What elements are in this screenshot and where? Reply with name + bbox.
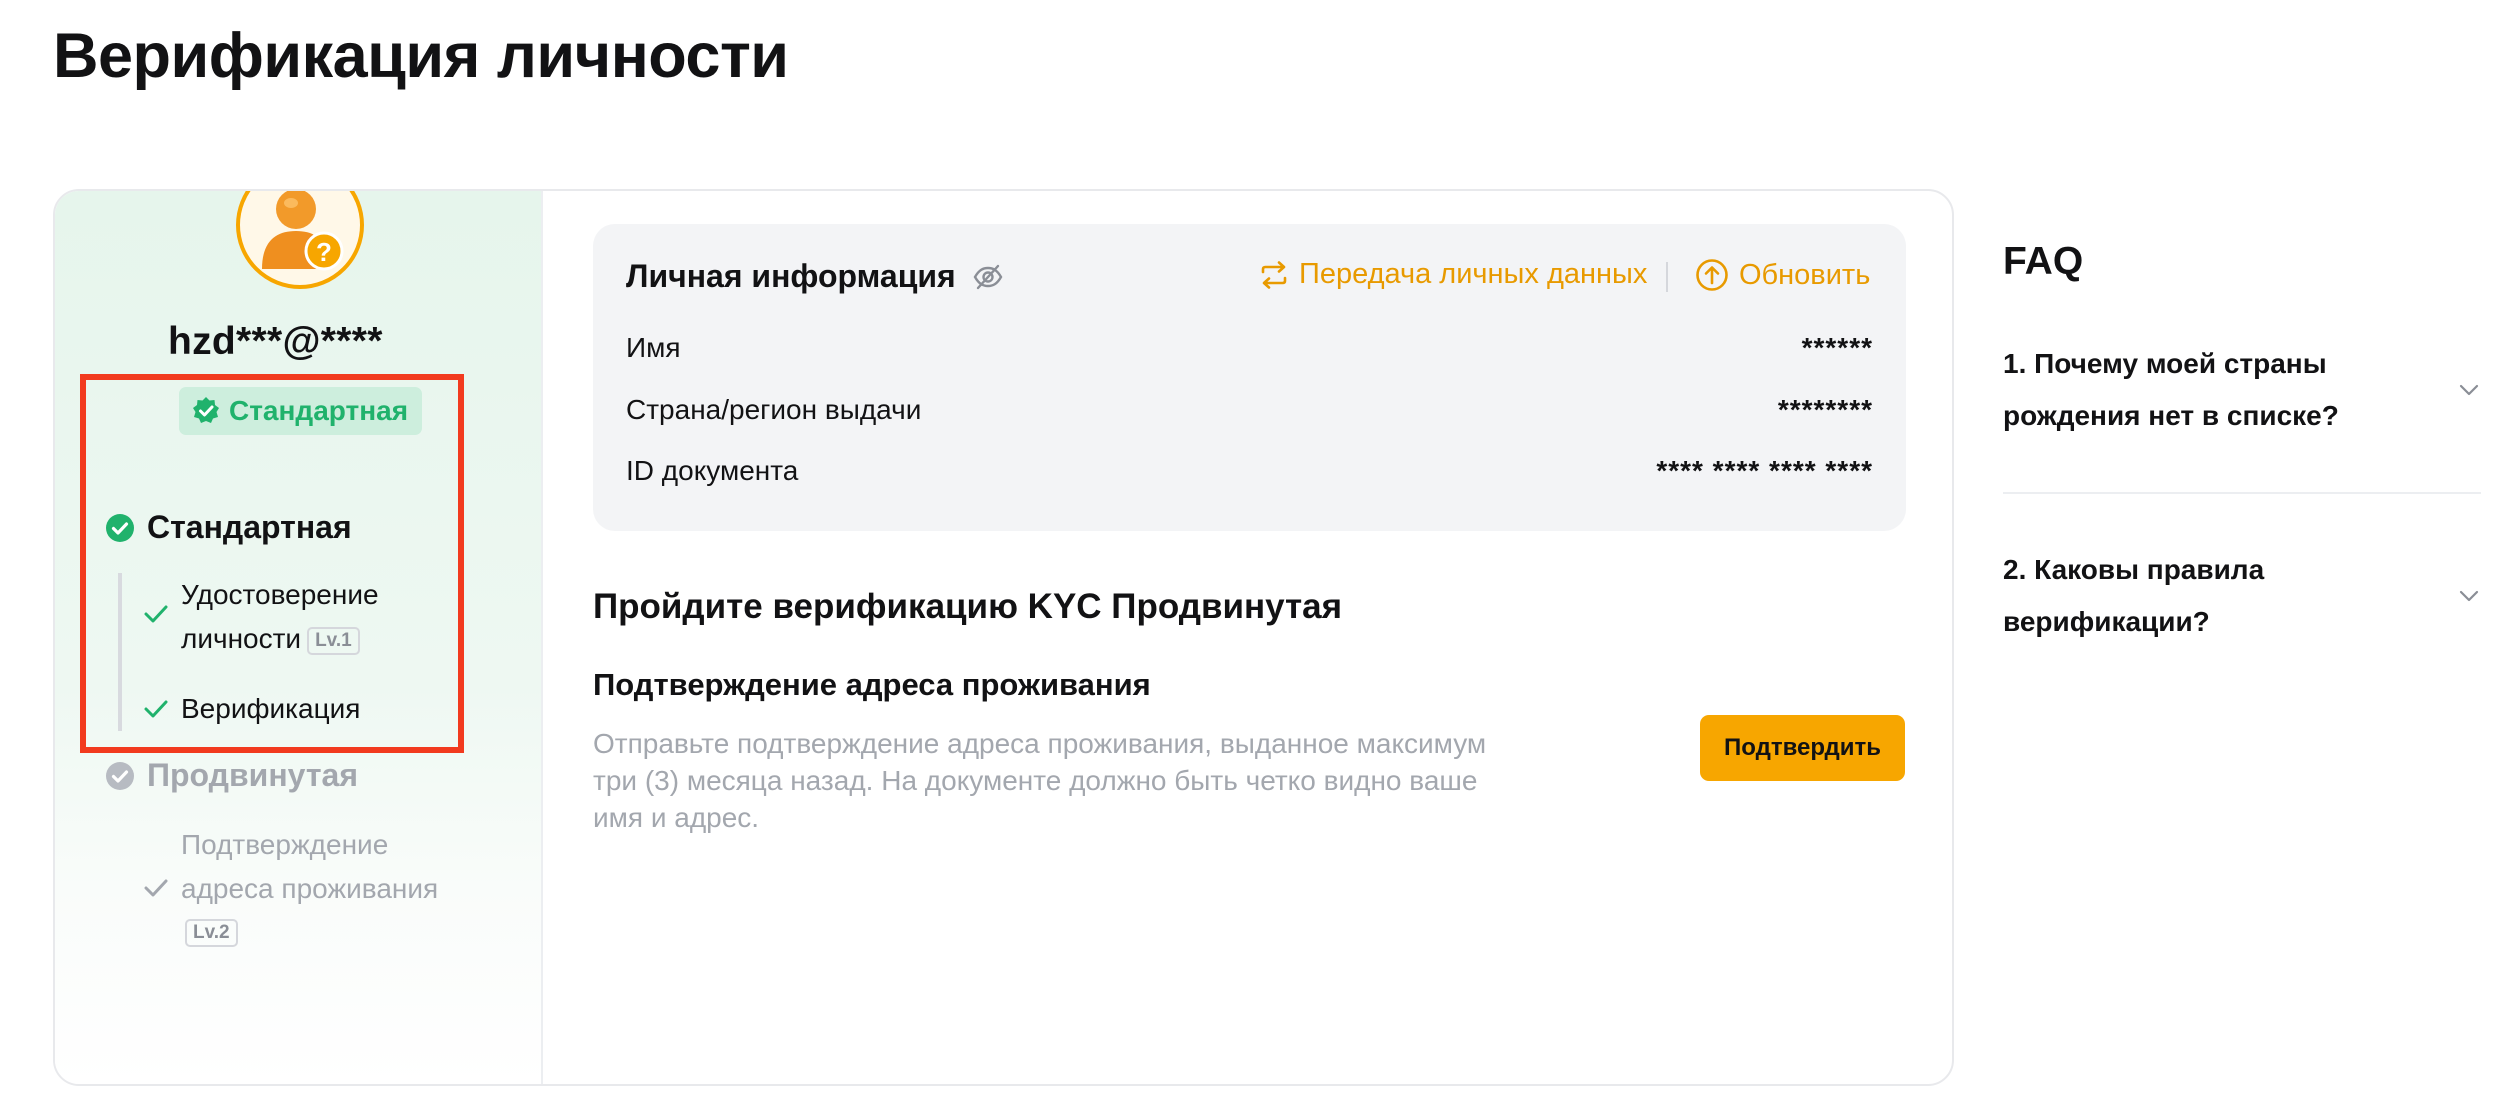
chevron-down-icon bbox=[2459, 384, 2479, 396]
check-circle-icon bbox=[106, 761, 134, 790]
address-proof-description: Отправьте подтверждение адреса проживани… bbox=[593, 728, 1487, 833]
step-address: Подтверждение адреса проживания Lv.2 bbox=[143, 823, 438, 951]
faq-item[interactable]: 1. Почему моей страны рождения нет в спи… bbox=[2003, 338, 2481, 442]
update-link[interactable]: Обновить bbox=[1695, 258, 1870, 292]
highlight-box bbox=[80, 374, 464, 753]
svg-text:?: ? bbox=[316, 237, 332, 267]
row-document-label: ID документа bbox=[626, 455, 799, 486]
row-country-value: ******** bbox=[1777, 394, 1873, 425]
check-icon bbox=[144, 879, 168, 897]
user-unverified-icon: ? bbox=[262, 191, 344, 271]
transfer-data-link[interactable]: Передача личных данных bbox=[1259, 258, 1647, 291]
step-address-line2: адреса проживания bbox=[181, 873, 439, 904]
row-document-value: **** **** **** **** bbox=[1656, 455, 1873, 486]
address-proof-title: Подтверждение адреса проживания bbox=[593, 667, 1151, 702]
faq-divider bbox=[2003, 492, 2481, 494]
faq-item[interactable]: 2. Каковы правила верификации? bbox=[2003, 544, 2481, 648]
faq-question: 2. Каковы правила верификации? bbox=[2003, 554, 2265, 637]
update-label: Обновить bbox=[1739, 258, 1871, 291]
personal-info-box: Личная информация Передача личных данных… bbox=[593, 224, 1906, 531]
confirm-button[interactable]: Подтвердить bbox=[1700, 715, 1905, 781]
verification-card: ? hzd***@**** Стандартная Стандартная Уд… bbox=[53, 189, 1954, 1086]
username: hzd***@**** bbox=[168, 320, 383, 363]
step-address-line1: Подтверждение bbox=[181, 829, 389, 860]
kyc-title: Пройдите верификацию KYC Продвинутая bbox=[593, 587, 1343, 626]
level-tag: Lv.2 bbox=[185, 918, 238, 947]
transfer-arrows-icon bbox=[1261, 260, 1287, 289]
level-advanced-label: Продвинутая bbox=[147, 757, 358, 793]
level-advanced: Продвинутая bbox=[105, 757, 358, 794]
row-name-value: ****** bbox=[1801, 332, 1873, 363]
personal-info-title: Личная информация bbox=[626, 258, 1004, 295]
transfer-data-label: Передача личных данных bbox=[1299, 258, 1648, 290]
chevron-down-icon bbox=[2459, 590, 2479, 602]
row-country-label: Страна/регион выдачи bbox=[626, 394, 922, 425]
page-title: Верификация личности bbox=[53, 21, 789, 91]
faq-title: FAQ bbox=[2003, 240, 2084, 283]
upload-circle-icon bbox=[1696, 259, 1728, 291]
link-separator bbox=[1666, 262, 1668, 292]
row-name-label: Имя bbox=[626, 332, 681, 363]
faq-question: 1. Почему моей страны рождения нет в спи… bbox=[2003, 348, 2339, 431]
eye-off-icon[interactable] bbox=[972, 261, 1004, 293]
